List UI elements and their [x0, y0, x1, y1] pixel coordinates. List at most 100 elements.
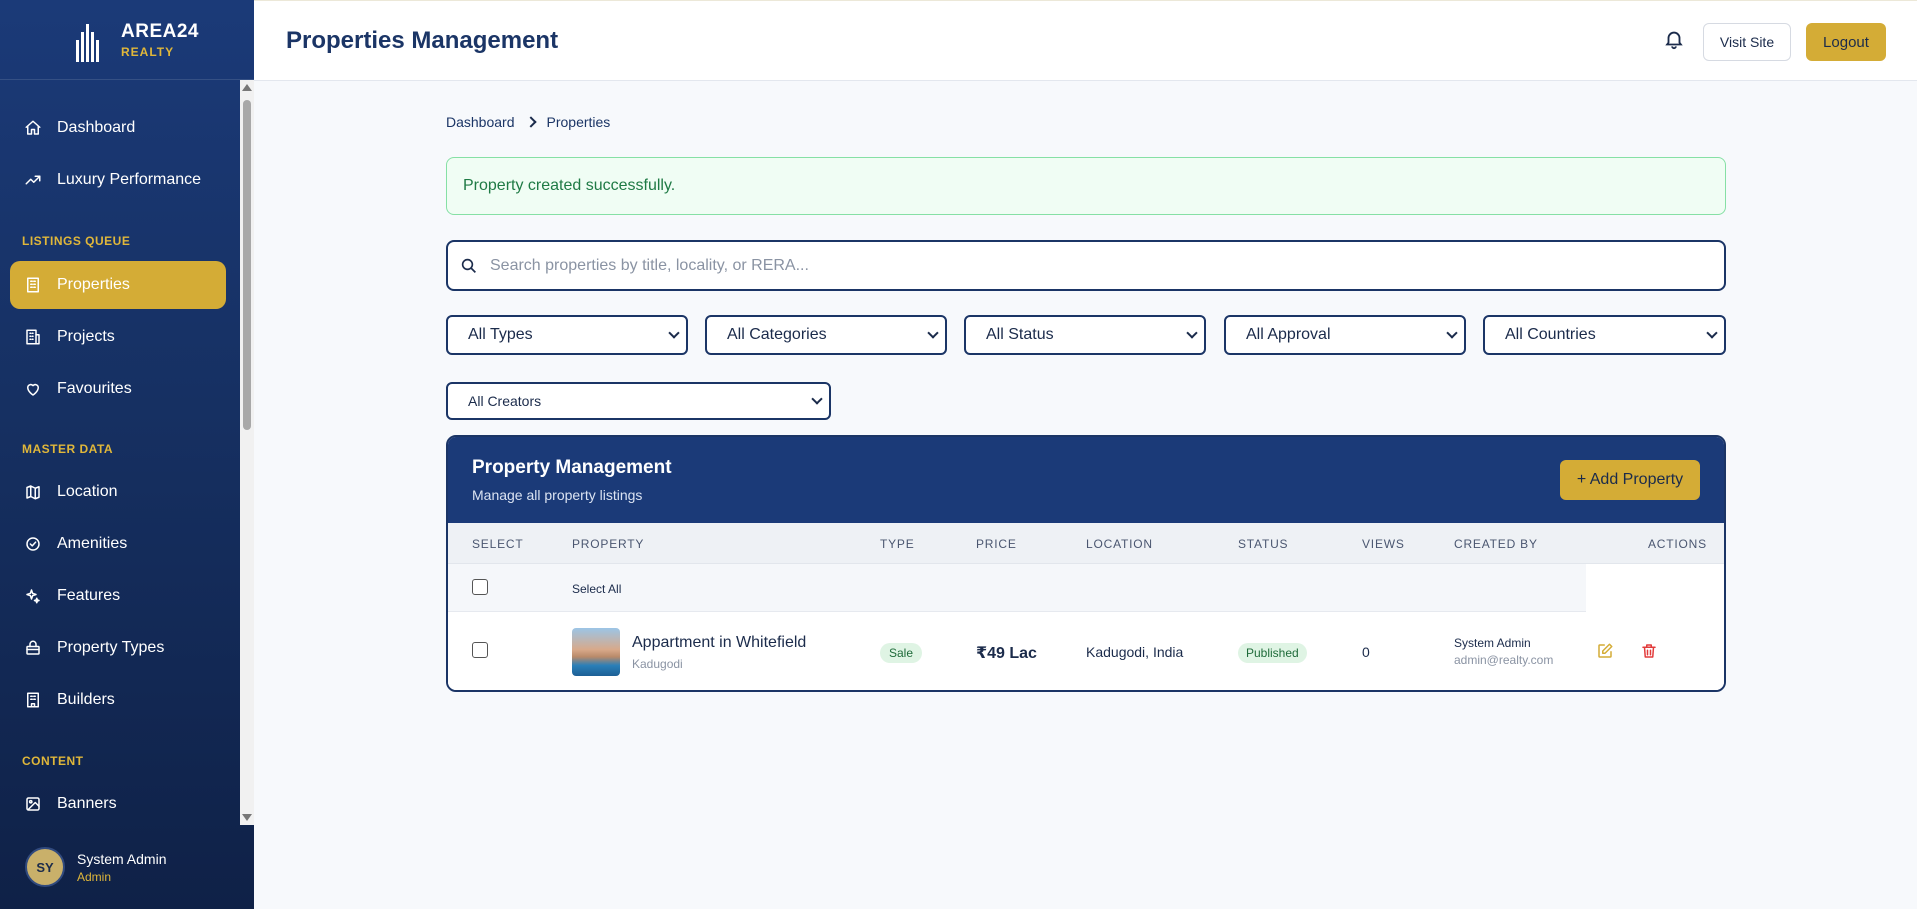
page-title: Properties Management — [286, 27, 559, 54]
section-content: CONTENT — [22, 754, 84, 768]
filter-status-select[interactable]: All Status — [964, 315, 1206, 355]
sidebar-item-label: Property Types — [57, 639, 165, 656]
property-management-card: Property Management Manage all property … — [446, 435, 1726, 692]
type-badge: Sale — [880, 643, 923, 663]
sidebar-item-amenities[interactable]: Amenities — [10, 520, 226, 568]
filter-status-value: All Status — [986, 326, 1054, 343]
chevron-down-icon — [811, 393, 823, 405]
sidebar-item-favourites[interactable]: Favourites — [10, 365, 226, 413]
top-header: Properties Management Visit Site Logout — [254, 0, 1917, 81]
property-location: Kadugodi, India — [1086, 644, 1184, 660]
sidebar-item-label: Projects — [57, 328, 115, 345]
table-header: SELECT PROPERTY TYPE PRICE LOCATION STAT… — [448, 523, 1724, 564]
map-icon — [23, 482, 43, 502]
building-icon — [23, 275, 43, 295]
col-header-status: STATUS — [1238, 537, 1289, 551]
col-header-views: VIEWS — [1362, 537, 1405, 551]
visit-site-button[interactable]: Visit Site — [1703, 23, 1791, 61]
search-bar[interactable] — [446, 240, 1726, 291]
builder-icon — [23, 690, 43, 710]
chevron-down-icon — [668, 327, 680, 339]
chevron-down-icon — [1186, 327, 1198, 339]
sidebar-item-label: Banners — [57, 795, 117, 812]
brand[interactable]: AREA24 REALTY — [0, 0, 254, 80]
sidebar-item-location[interactable]: Location — [10, 468, 226, 516]
sidebar: AREA24 REALTY Dashboard Luxury Performan… — [0, 0, 254, 909]
filter-categories-select[interactable]: All Categories — [705, 315, 947, 355]
search-icon — [461, 258, 476, 273]
property-price: ₹49 Lac — [976, 645, 1037, 662]
brand-name: AREA24 — [121, 20, 199, 42]
trash-icon[interactable] — [1640, 642, 1658, 660]
sidebar-scrollbar[interactable] — [240, 80, 254, 825]
creator-email: admin@realty.com — [1454, 653, 1554, 667]
actions-cell — [1586, 564, 1724, 612]
filter-approval-select[interactable]: All Approval — [1224, 315, 1466, 355]
card-header: Property Management Manage all property … — [448, 437, 1724, 523]
filter-types-select[interactable]: All Types — [446, 315, 688, 355]
sidebar-item-label: Properties — [57, 276, 130, 293]
filter-countries-value: All Countries — [1505, 326, 1596, 343]
card-subtitle: Manage all property listings — [472, 487, 643, 503]
filter-countries-select[interactable]: All Countries — [1483, 315, 1726, 355]
section-listings-queue: LISTINGS QUEUE — [22, 234, 131, 248]
filter-approval-value: All Approval — [1246, 326, 1331, 343]
user-role: Admin — [77, 869, 112, 884]
select-all-checkbox[interactable] — [472, 579, 488, 595]
filter-categories-value: All Categories — [727, 326, 827, 343]
office-building-icon — [23, 327, 43, 347]
col-header-select: SELECT — [472, 537, 524, 551]
sidebar-item-luxury-performance[interactable]: Luxury Performance — [10, 156, 226, 204]
sidebar-item-builders[interactable]: Builders — [10, 676, 226, 724]
property-views: 0 — [1362, 644, 1370, 660]
creator-name: System Admin — [1454, 636, 1531, 650]
breadcrumb: Dashboard Properties — [446, 114, 610, 130]
lock-icon — [23, 638, 43, 658]
sidebar-item-properties[interactable]: Properties — [10, 261, 226, 309]
check-circle-icon — [23, 534, 43, 554]
chevron-right-icon — [524, 116, 537, 128]
sidebar-item-dashboard[interactable]: Dashboard — [10, 104, 226, 152]
logout-button[interactable]: Logout — [1806, 23, 1886, 61]
filter-creators-value: All Creators — [468, 393, 542, 409]
property-thumbnail — [572, 628, 620, 676]
scroll-up-arrow-icon[interactable] — [242, 84, 252, 91]
chevron-down-icon — [1706, 327, 1718, 339]
section-master-data: MASTER DATA — [22, 442, 114, 456]
scroll-down-arrow-icon[interactable] — [242, 814, 252, 821]
sidebar-item-label: Luxury Performance — [57, 171, 202, 188]
sidebar-item-label: Dashboard — [57, 119, 136, 136]
filter-types-value: All Types — [468, 326, 533, 343]
select-all-label: Select All — [572, 582, 622, 596]
filter-creators-select[interactable]: All Creators — [446, 382, 831, 420]
sidebar-item-projects[interactable]: Projects — [10, 313, 226, 361]
sidebar-item-banners[interactable]: Banners — [10, 780, 226, 825]
sidebar-item-label: Favourites — [57, 380, 132, 397]
breadcrumb-current: Properties — [546, 114, 611, 130]
sidebar-item-property-types[interactable]: Property Types — [10, 624, 226, 672]
col-header-actions: ACTIONS — [1648, 537, 1707, 551]
col-header-type: TYPE — [880, 537, 915, 551]
row-checkbox[interactable] — [472, 642, 488, 658]
breadcrumb-dashboard-link[interactable]: Dashboard — [446, 114, 515, 130]
trending-up-icon — [23, 170, 43, 190]
scroll-thumb[interactable] — [243, 100, 251, 430]
chevron-down-icon — [1446, 327, 1458, 339]
user-profile[interactable]: SY System Admin Admin — [0, 825, 254, 909]
col-header-created-by: CREATED BY — [1454, 537, 1538, 551]
chevron-down-icon — [927, 327, 939, 339]
sidebar-item-label: Features — [57, 587, 121, 604]
add-property-button[interactable]: + Add Property — [1560, 460, 1700, 500]
card-title: Property Management — [472, 457, 672, 478]
success-alert: Property created successfully. — [446, 157, 1726, 215]
area24-logo-icon — [70, 18, 104, 62]
search-input[interactable] — [490, 256, 1690, 275]
property-name[interactable]: Appartment in Whitefield — [632, 634, 806, 652]
home-icon — [23, 118, 43, 138]
notification-bell-icon[interactable] — [1663, 28, 1685, 50]
table-row[interactable]: Appartment in Whitefield Kadugodi Sale ₹… — [448, 612, 1724, 690]
sidebar-item-features[interactable]: Features — [10, 572, 226, 620]
edit-icon[interactable] — [1596, 642, 1614, 660]
property-locality: Kadugodi — [632, 657, 683, 671]
alert-message: Property created successfully. — [463, 177, 676, 194]
